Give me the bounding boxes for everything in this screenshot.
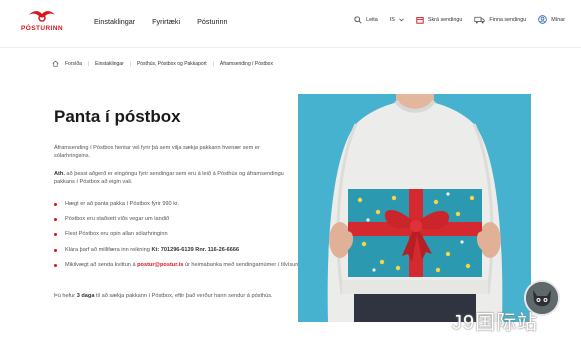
posturinn-logo[interactable]: PÓSTURINN [18,9,66,37]
find-shipment-button[interactable]: Finna sendingu [474,16,526,24]
search-label: Leita [366,16,378,23]
note-label: Ath. [54,171,65,177]
breadcrumb: Forsíða | Einstaklingar | Pósthús, Póstb… [52,60,273,67]
gift-photo [298,94,531,322]
closing-prefix: Þú hefur [54,293,77,299]
bank-details: Kt: 701296-6139 Rnr. 116-26-6666 [151,246,240,253]
breadcrumb-current: Áframsending í Póstbox [219,60,273,67]
note-body: að þessi aðgerð er eingöngu fyrir sendin… [54,171,284,186]
home-icon[interactable] [52,60,59,67]
find-label: Finna sendingu [489,16,527,23]
list-item: Flest Póstbox eru opin allan sólarhringi… [54,230,299,238]
breadcrumb-einstaklingar[interactable]: Einstaklingar [95,61,124,67]
account-label: Mínar [551,16,565,23]
list-item: Hægt er að panta pakka í Póstbox fyrir 9… [54,200,299,208]
receipt-suffix: úr heimabanka með sendingarnúmer í tilví… [183,261,299,268]
closing-suffix: til að sækja pakkann í Póstbox, eftir þa… [94,293,273,299]
truck-icon [474,16,485,23]
main-nav: Einstaklingar Fyrirtæki Pósturinn [94,17,227,26]
intro-text: Áframsending í Póstbox hentar vel fyrir … [54,145,260,160]
closing-text: Þú hefur 3 daga til að sækja pakkann í P… [54,292,289,300]
page-title: Panta í póstbox [54,107,181,126]
language-label: IS [389,16,395,23]
chevron-down-icon [398,17,404,21]
breadcrumb-posthus[interactable]: Pósthús, Póstbox og Pakkaport [137,61,207,67]
horn-logo-icon [29,11,55,22]
breadcrumb-forsida[interactable]: Forsíða [65,61,82,67]
closing-days: 3 daga [76,293,95,299]
list-item: Mikilvægt að senda kvittun á postur@post… [54,261,299,269]
nav-posturinn[interactable]: Pósturinn [197,17,227,26]
email-link[interactable]: postur@postur.is [137,262,183,268]
list-item: Póstbox eru staðsett víðs vegar um landi… [54,215,299,223]
breadcrumb-separator: | [87,61,90,66]
bank-prefix: Klára þarf að millifæra inn reikning [65,246,152,253]
nav-einstaklingar[interactable]: Einstaklingar [94,17,135,26]
search-button[interactable]: Leita [354,15,378,24]
register-shipment-button[interactable]: Skrá sendingu [416,16,462,24]
account-button[interactable]: Mínar [538,15,565,24]
note-text: Ath. að þessi aðgerð er eingöngu fyrir s… [54,170,289,187]
header-divider [0,47,581,48]
register-label: Skrá sendingu [427,16,463,23]
search-icon [354,15,362,24]
nav-fyrirtaeki[interactable]: Fyrirtæki [152,17,180,26]
language-select[interactable]: IS [390,17,404,23]
list-item: Klára þarf að millifæra inn reikning Kt:… [54,246,299,254]
logo-wordmark: PÓSTURINN [21,25,63,32]
breadcrumb-separator: | [212,61,214,66]
user-icon [538,15,548,24]
site-header: PÓSTURINN Einstaklingar Fyrirtæki Póstur… [0,0,581,46]
breadcrumb-separator: | [129,61,131,66]
package-icon [416,16,424,24]
person-holding-gift-image [298,94,531,322]
info-list: Hægt er að panta pakka í Póstbox fyrir 9… [54,200,299,276]
header-tools: Leita IS Skrá sendingu Finna sendingu Mí… [354,15,565,24]
watermark-text: J9国际站 [452,312,539,334]
receipt-prefix: Mikilvægt að senda kvittun á [65,261,138,268]
